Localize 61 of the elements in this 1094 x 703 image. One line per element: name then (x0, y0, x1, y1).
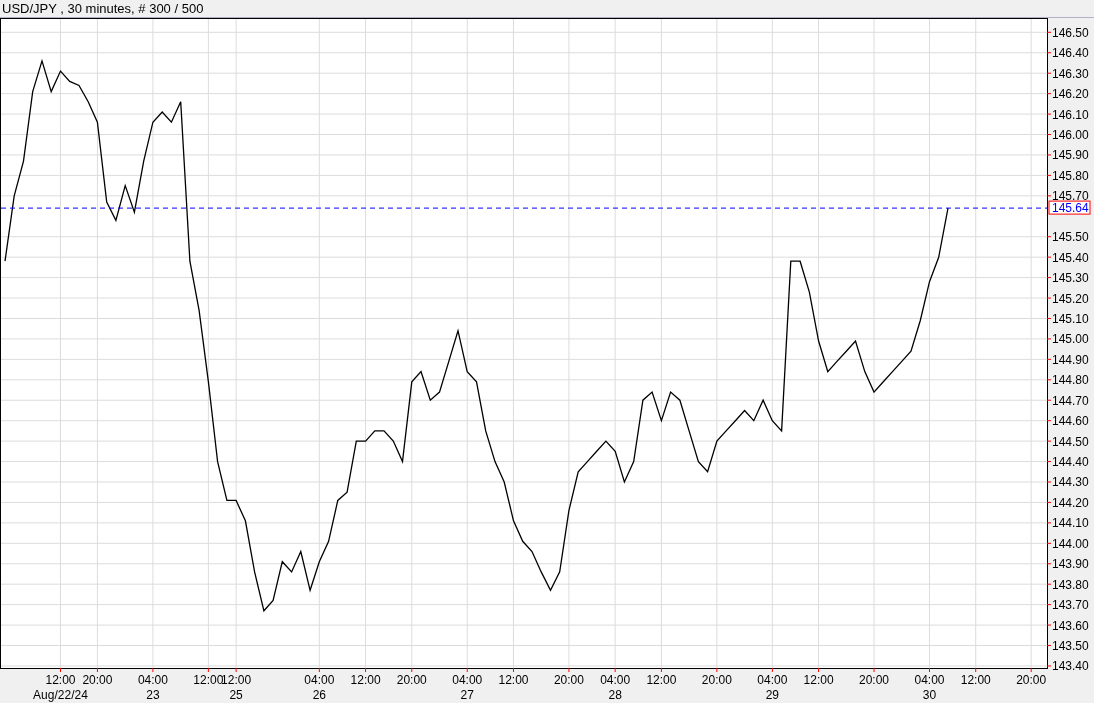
x-axis-label: 20:00 (82, 673, 113, 687)
current-price-label: 145.64 (1052, 201, 1089, 216)
x-axis-label: 12:00 (498, 673, 529, 687)
x-axis-label: 20:00 (396, 673, 427, 687)
x-axis-label: 20:00 (553, 673, 584, 687)
y-axis-label: 146.10 (1052, 107, 1089, 122)
date-label: 30 (922, 688, 937, 702)
x-axis-label: 12:00 (803, 673, 834, 687)
y-axis-label: 144.20 (1052, 495, 1089, 510)
y-axis-label: 143.40 (1052, 659, 1089, 674)
y-axis-label: 143.90 (1052, 557, 1089, 572)
x-axis-label: 04:00 (452, 673, 483, 687)
x-axis-label: 12:00 (45, 673, 76, 687)
date-label: Aug/22/24 (33, 688, 88, 702)
y-axis-label: 144.70 (1052, 393, 1089, 408)
y-axis-label: 144.30 (1052, 475, 1089, 490)
y-axis-label: 144.40 (1052, 455, 1089, 470)
y-axis-label: 146.50 (1052, 25, 1089, 40)
y-axis-label: 145.50 (1052, 230, 1089, 245)
chart-title: USD/JPY , 30 minutes, # 300 / 500 (2, 1, 204, 16)
x-axis-label: 12:00 (646, 673, 677, 687)
y-axis-label: 144.10 (1052, 516, 1089, 531)
y-axis-label: 145.70 (1052, 189, 1089, 204)
y-axis-label: 146.40 (1052, 46, 1089, 61)
y-axis-label: 146.20 (1052, 87, 1089, 102)
x-axis-label: 12:00 (960, 673, 991, 687)
y-axis-label: 143.80 (1052, 577, 1089, 592)
x-axis-label: 12:00 (221, 673, 252, 687)
y-axis-label: 145.80 (1052, 168, 1089, 183)
y-axis-label: 143.70 (1052, 598, 1089, 613)
y-axis-label: 144.80 (1052, 373, 1089, 388)
date-label: 27 (460, 688, 474, 702)
x-axis-label: 20:00 (1016, 673, 1047, 687)
y-axis-label: 144.60 (1052, 414, 1089, 429)
date-label: 28 (608, 688, 622, 702)
x-axis-label: 04:00 (137, 673, 168, 687)
y-axis-label: 144.90 (1052, 352, 1089, 367)
y-axis-label: 143.50 (1052, 639, 1089, 653)
y-axis-label: 145.40 (1052, 250, 1089, 265)
x-axis-label: 12:00 (193, 673, 224, 687)
date-label: 23 (146, 688, 160, 702)
x-axis-label: 04:00 (600, 673, 631, 687)
date-label: 25 (229, 688, 243, 702)
y-axis-label: 145.00 (1052, 332, 1089, 347)
date-label: 26 (312, 688, 326, 702)
y-axis-label: 145.90 (1052, 148, 1089, 163)
y-axis-label: 144.50 (1052, 434, 1089, 449)
x-axis-label: 04:00 (304, 673, 335, 687)
x-axis-label: 12:00 (350, 673, 381, 687)
x-axis-label: 20:00 (859, 673, 890, 687)
y-axis-label: 143.60 (1052, 618, 1089, 633)
y-axis-label: 146.30 (1052, 66, 1089, 81)
x-axis-label: 20:00 (701, 673, 732, 687)
y-axis-label: 145.10 (1052, 311, 1089, 326)
x-axis-label: 04:00 (914, 673, 945, 687)
y-axis-label: 145.30 (1052, 271, 1089, 286)
date-label: 29 (765, 688, 779, 702)
y-axis-label: 146.00 (1052, 128, 1089, 142)
y-axis-label: 145.20 (1052, 291, 1089, 306)
x-axis-label: 04:00 (757, 673, 788, 687)
y-axis-label: 144.00 (1052, 536, 1089, 551)
